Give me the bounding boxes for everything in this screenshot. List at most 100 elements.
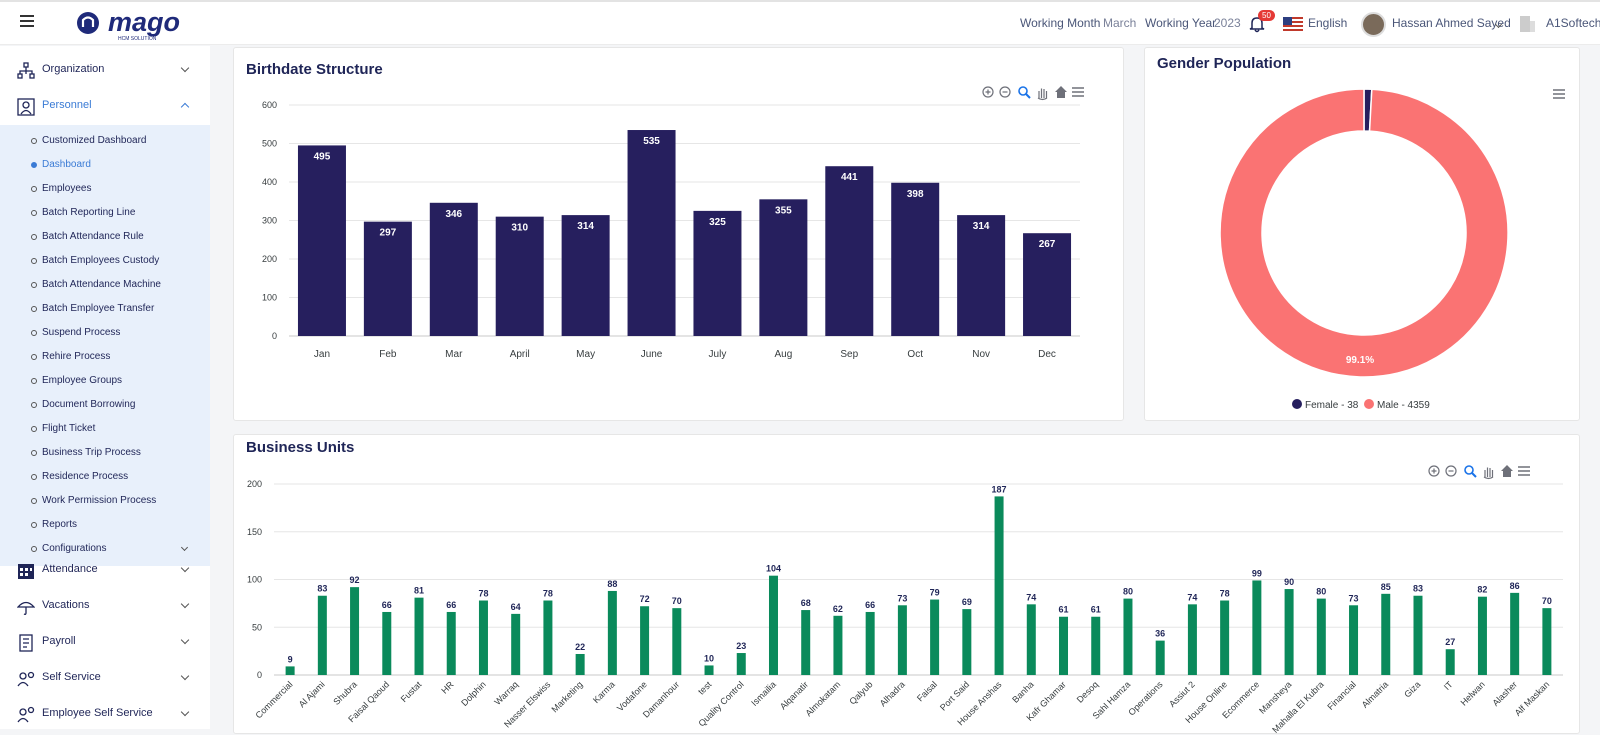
bar[interactable]: [1510, 592, 1520, 675]
bar[interactable]: [736, 653, 746, 675]
sidebar-subitem[interactable]: Batch Attendance Rule: [0, 226, 210, 250]
sidebar-subitem[interactable]: Batch Reporting Line: [0, 202, 210, 226]
sidebar-subitem[interactable]: Rehire Process: [0, 346, 210, 370]
sidebar-subitem[interactable]: Flight Ticket: [0, 418, 210, 442]
working-year-value[interactable]: 2023: [1214, 16, 1241, 30]
hamburger-menu-icon[interactable]: [1553, 89, 1565, 99]
bar[interactable]: [801, 610, 811, 675]
zoom-in-icon[interactable]: [982, 86, 994, 98]
bar[interactable]: [704, 665, 714, 675]
bar[interactable]: [297, 145, 346, 336]
bar[interactable]: [672, 608, 682, 675]
sidebar-subitem[interactable]: Work Permission Process: [0, 490, 210, 514]
sidebar-item-employee-self-service[interactable]: Employee Self Service: [0, 696, 210, 732]
bar[interactable]: [1091, 616, 1101, 675]
bar[interactable]: [607, 590, 617, 675]
sidebar-item-organization[interactable]: Organization: [0, 52, 210, 88]
bar[interactable]: [1316, 598, 1326, 675]
bar[interactable]: [957, 215, 1006, 336]
legend-male[interactable]: Male - 4359: [1377, 400, 1430, 411]
working-month-value[interactable]: March: [1103, 16, 1136, 30]
bar[interactable]: [865, 611, 875, 675]
sidebar-subitem[interactable]: Residence Process: [0, 466, 210, 490]
company-name[interactable]: A1Softech: [1546, 16, 1600, 30]
bar[interactable]: [833, 615, 843, 675]
bar[interactable]: [640, 606, 650, 675]
bar[interactable]: [446, 611, 456, 675]
language-selector[interactable]: English: [1308, 16, 1347, 30]
sidebar-item-payroll[interactable]: Payroll: [0, 624, 210, 660]
bar[interactable]: [897, 605, 907, 675]
bar[interactable]: [575, 653, 585, 675]
bar[interactable]: [1220, 600, 1230, 675]
sidebar-subitem[interactable]: Batch Employees Custody: [0, 250, 210, 274]
bar[interactable]: [561, 215, 610, 336]
bar[interactable]: [478, 600, 488, 675]
selection-zoom-icon[interactable]: [1464, 465, 1477, 478]
bar[interactable]: [1284, 589, 1294, 675]
bar[interactable]: [1123, 598, 1133, 675]
bar[interactable]: [1252, 580, 1262, 675]
bar[interactable]: [1542, 608, 1552, 675]
user-name[interactable]: Hassan Ahmed Sayed: [1392, 16, 1511, 30]
zoom-out-icon[interactable]: [999, 86, 1011, 98]
sidebar-item-attendance[interactable]: Attendance: [0, 552, 210, 588]
zoom-out-icon[interactable]: [1445, 465, 1457, 477]
menu-toggle-icon[interactable]: [20, 15, 34, 27]
bar[interactable]: [382, 611, 392, 675]
home-reset-icon[interactable]: [1501, 465, 1513, 477]
sidebar-subitem[interactable]: Dashboard: [0, 154, 210, 178]
mago-logo[interactable]: mago HCM SOLUTION: [76, 9, 186, 43]
sidebar-subitem[interactable]: Business Trip Process: [0, 442, 210, 466]
bar[interactable]: [543, 600, 553, 675]
bar[interactable]: [511, 613, 521, 675]
bar[interactable]: [1155, 640, 1165, 675]
bar[interactable]: [429, 202, 478, 336]
bar[interactable]: [891, 182, 940, 336]
hamburger-menu-icon[interactable]: [1072, 87, 1084, 97]
bar[interactable]: [1059, 616, 1069, 675]
bar[interactable]: [495, 216, 544, 336]
bar[interactable]: [1413, 595, 1423, 675]
sidebar-subitem[interactable]: Reports: [0, 514, 210, 538]
bar[interactable]: [1477, 596, 1487, 675]
bar[interactable]: [994, 496, 1004, 675]
sidebar-subitem[interactable]: Suspend Process: [0, 322, 210, 346]
pie-slice-male[interactable]: [1219, 88, 1509, 378]
legend-female[interactable]: Female - 38: [1305, 400, 1359, 411]
sidebar-item-self-service[interactable]: Self Service: [0, 660, 210, 696]
bar[interactable]: [350, 587, 360, 675]
pan-hand-icon[interactable]: [1037, 88, 1048, 101]
user-avatar[interactable]: [1361, 12, 1386, 37]
pan-hand-icon[interactable]: [1483, 467, 1494, 480]
bar[interactable]: [759, 199, 808, 336]
hamburger-menu-icon[interactable]: [1518, 466, 1530, 476]
sidebar-subitem[interactable]: Employee Groups: [0, 370, 210, 394]
bar[interactable]: [768, 575, 778, 675]
sidebar-subitem[interactable]: Batch Attendance Machine: [0, 274, 210, 298]
sidebar-item-vacations[interactable]: Vacations: [0, 588, 210, 624]
bar[interactable]: [1445, 649, 1455, 675]
bar[interactable]: [962, 609, 972, 675]
bar[interactable]: [1381, 593, 1391, 675]
bar[interactable]: [825, 166, 874, 336]
bar[interactable]: [1026, 604, 1036, 675]
sidebar-subitem[interactable]: Employees: [0, 178, 210, 202]
bar[interactable]: [363, 221, 412, 336]
zoom-in-icon[interactable]: [1428, 465, 1440, 477]
home-reset-icon[interactable]: [1055, 86, 1067, 98]
bar[interactable]: [1187, 604, 1197, 675]
bar[interactable]: [317, 595, 327, 675]
sidebar-subitem[interactable]: Batch Employee Transfer: [0, 298, 210, 322]
bar[interactable]: [1349, 605, 1359, 675]
selection-zoom-icon[interactable]: [1018, 86, 1031, 99]
bar[interactable]: [285, 666, 295, 675]
sidebar-item-personnel[interactable]: Personnel: [0, 88, 210, 124]
bar[interactable]: [930, 599, 940, 675]
bullet-icon: [31, 474, 37, 480]
sidebar-subitem[interactable]: Document Borrowing: [0, 394, 210, 418]
bar[interactable]: [414, 597, 424, 675]
bar[interactable]: [693, 210, 742, 336]
bar[interactable]: [627, 130, 676, 336]
sidebar-subitem[interactable]: Customized Dashboard: [0, 130, 210, 154]
